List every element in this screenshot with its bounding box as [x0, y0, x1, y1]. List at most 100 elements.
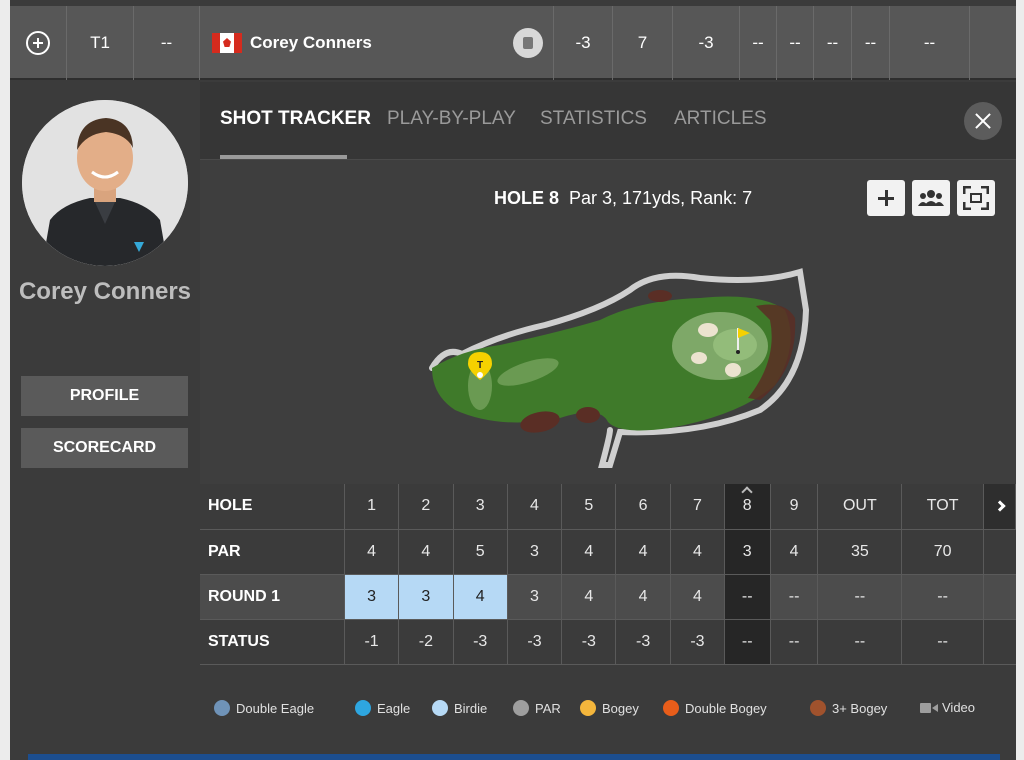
empty-cell — [983, 529, 1016, 575]
to-par-cell: -3 — [554, 6, 613, 80]
par-cell: 4 — [670, 529, 725, 575]
legend-double-eagle: Double Eagle — [214, 700, 314, 716]
hole-number: 9 — [770, 484, 819, 530]
hole-number: 6 — [615, 484, 672, 530]
bottom-bar — [10, 732, 1016, 760]
birdie-dot-icon — [432, 700, 448, 716]
expand-button[interactable] — [10, 6, 67, 80]
hole-number: 2 — [398, 484, 454, 530]
round4-cell: -- — [852, 6, 890, 80]
legend-3plus-bogey: 3+ Bogey — [810, 700, 887, 716]
score-cell-birdie: 3 — [398, 574, 454, 620]
player-name-text: Corey Conners — [250, 33, 372, 52]
scorecard-button[interactable]: SCORECARD — [21, 428, 188, 468]
scorecard-toggle-icon[interactable] — [513, 28, 543, 58]
bogey-dot-icon — [580, 700, 596, 716]
chevron-right-icon — [993, 500, 1006, 512]
status-row: STATUS -1 -2 -3 -3 -3 -3 -3 -- -- -- -- — [200, 619, 1016, 665]
empty-cell — [983, 619, 1016, 665]
canada-flag-icon — [212, 33, 242, 53]
par-dot-icon — [513, 700, 529, 716]
legend-label: 3+ Bogey — [832, 700, 888, 716]
legend-label: Double Bogey — [685, 700, 767, 716]
round3-cell: -- — [814, 6, 852, 80]
legend-label: Video — [942, 700, 976, 715]
par-cell: 5 — [453, 529, 508, 575]
tee-marker-label: T — [477, 360, 483, 371]
hole-course-map: T — [429, 268, 810, 468]
status-cell: -3 — [561, 619, 617, 665]
close-icon[interactable] — [964, 102, 1002, 140]
status-cell: -3 — [507, 619, 563, 665]
status-out: -- — [817, 619, 903, 665]
plus-circle-icon — [26, 31, 50, 55]
triple-bogey-dot-icon — [810, 700, 826, 716]
status-cell: -- — [770, 619, 819, 665]
status-header: STATUS — [200, 619, 346, 665]
video-camera-icon — [920, 702, 938, 713]
status-cell: -3 — [670, 619, 725, 665]
round2-cell: -- — [777, 6, 814, 80]
tab-statistics[interactable]: STATISTICS — [540, 108, 647, 130]
status-cell: -1 — [344, 619, 399, 665]
round1-cell: -- — [740, 6, 777, 80]
par-cell-current: 3 — [724, 529, 771, 575]
next-holes-button[interactable] — [983, 484, 1016, 530]
score-cell-birdie: 4 — [453, 574, 508, 620]
blue-banner-edge — [28, 754, 1000, 760]
active-tab-indicator — [220, 155, 347, 159]
player-avatar — [22, 100, 188, 266]
legend-double-bogey: Double Bogey — [663, 700, 767, 716]
total-cell: -- — [890, 6, 970, 80]
eagle-dot-icon — [355, 700, 371, 716]
player-panel: Corey Conners PROFILE SCORECARD — [10, 82, 200, 732]
current-hole-number[interactable]: 8 — [724, 484, 771, 530]
empty-cell — [983, 574, 1016, 620]
round1-row: ROUND 1 3 3 4 3 4 4 4 -- -- -- -- — [200, 574, 1016, 620]
legend-par: PAR — [513, 700, 561, 716]
status-cell-current: -- — [724, 619, 771, 665]
legend-label: PAR — [535, 700, 561, 716]
total-header: TOT — [901, 484, 985, 530]
status-total: -- — [901, 619, 985, 665]
par-total: 70 — [901, 529, 985, 575]
tab-articles[interactable]: ARTICLES — [674, 108, 767, 130]
par-row: PAR 4 4 5 3 4 4 4 3 4 35 70 — [200, 529, 1016, 575]
legend-eagle: Eagle — [355, 700, 410, 716]
par-cell: 4 — [561, 529, 617, 575]
tab-play-by-play[interactable]: PLAY-BY-PLAY — [387, 108, 516, 130]
hole-number: 4 — [507, 484, 563, 530]
legend-label: Eagle — [377, 700, 411, 716]
previous-position-cell: -- — [134, 6, 200, 80]
hole-number: 1 — [344, 484, 399, 530]
hole-row: HOLE 1 2 3 4 5 6 7 8 9 OUT TOT — [200, 484, 1016, 530]
legend-label: Birdie — [454, 700, 488, 716]
player-name-cell[interactable]: Corey Conners — [200, 6, 554, 80]
par-out: 35 — [817, 529, 903, 575]
hole-header: HOLE — [200, 484, 346, 530]
leaderboard-row[interactable]: T1 -- Corey Conners -3 7 -3 -- -- -- -- … — [10, 6, 1016, 80]
par-cell: 4 — [615, 529, 672, 575]
profile-button[interactable]: PROFILE — [21, 376, 188, 416]
out-header: OUT — [817, 484, 903, 530]
player-detail-frame: T1 -- Corey Conners -3 7 -3 -- -- -- -- … — [10, 0, 1016, 760]
legend-label: Double Eagle — [236, 700, 315, 716]
round1-header: ROUND 1 — [200, 574, 346, 620]
tab-shot-tracker[interactable]: SHOT TRACKER — [220, 108, 371, 130]
thru-cell: 7 — [613, 6, 673, 80]
score-cell: 4 — [561, 574, 617, 620]
hole-number: 7 — [670, 484, 725, 530]
today-cell: -3 — [673, 6, 740, 80]
score-cell-current: -- — [724, 574, 771, 620]
par-cell: 3 — [507, 529, 563, 575]
hole-number: 3 — [453, 484, 508, 530]
score-cell: 4 — [670, 574, 725, 620]
legend-label: Bogey — [602, 700, 639, 716]
score-out: -- — [817, 574, 903, 620]
legend-birdie: Birdie — [432, 700, 487, 716]
status-cell: -3 — [453, 619, 508, 665]
score-legend: Double Eagle Eagle Birdie PAR Bogey Doub… — [200, 666, 1016, 730]
shot-tracker-map[interactable]: HOLE 8 Par 3, 171yds, Rank: 7 T — [200, 160, 1016, 484]
position-cell: T1 — [67, 6, 134, 80]
status-cell: -2 — [398, 619, 454, 665]
